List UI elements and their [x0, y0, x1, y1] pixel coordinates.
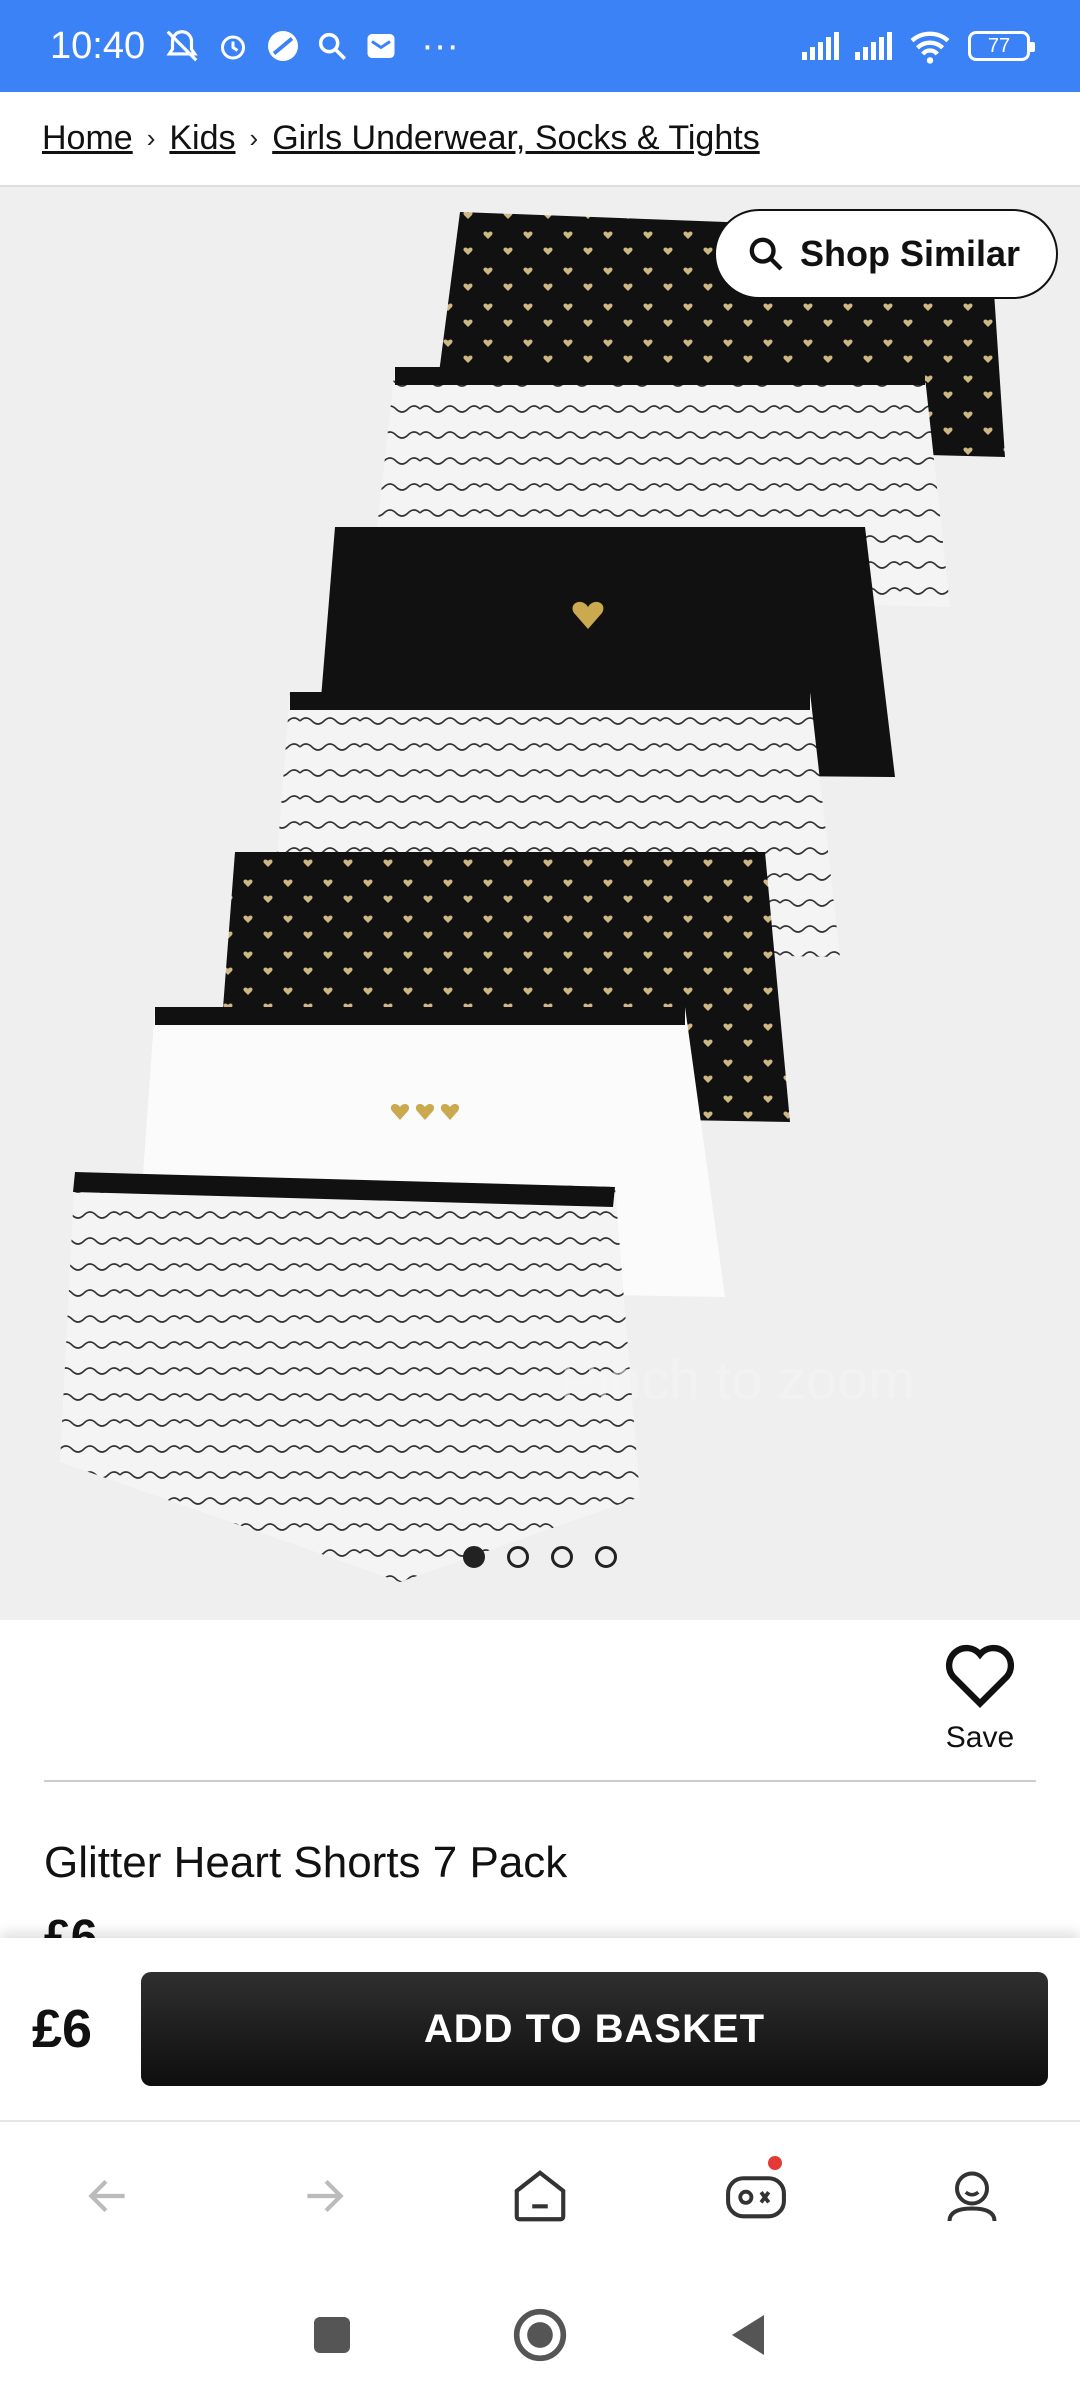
wifi-icon [910, 31, 950, 64]
mute-notifications-icon [166, 30, 198, 62]
system-back-button[interactable] [728, 2312, 768, 2358]
breadcrumb-home[interactable]: Home [42, 119, 133, 158]
gallery-dot-4[interactable] [595, 1546, 617, 1568]
clock: 10:40 [50, 24, 146, 67]
breadcrumb-girls-underwear[interactable]: Girls Underwear, Socks & Tights [272, 119, 760, 158]
heart-icon [946, 1644, 1014, 1708]
arrow-left-icon [88, 2179, 125, 2213]
search-icon [318, 32, 347, 61]
user-icon [947, 2171, 997, 2222]
more-notifications-icon: ··· [421, 24, 460, 67]
product-image-gallery[interactable]: Shop Similar Pinch to zoom [0, 187, 1080, 1620]
mail-icon [367, 34, 395, 58]
back-button[interactable] [48, 2136, 168, 2256]
home-button[interactable] [480, 2136, 600, 2256]
profile-button[interactable] [912, 2136, 1032, 2256]
search-icon [749, 237, 783, 271]
gallery-dot-2[interactable] [507, 1546, 529, 1568]
gallery-dot-1[interactable] [463, 1546, 485, 1568]
chevron-right-icon: › [146, 123, 156, 153]
battery-icon: 77 [968, 31, 1035, 61]
save-label: Save [945, 1721, 1015, 1754]
arrow-right-icon [307, 2179, 344, 2213]
notification-dot [768, 2156, 782, 2170]
gallery-dot-3[interactable] [551, 1546, 573, 1568]
add-to-basket-button[interactable]: ADD TO BASKET [141, 1972, 1048, 2086]
games-button[interactable] [696, 2136, 816, 2256]
product-price: £6 [44, 1911, 98, 1940]
product-image [60, 212, 1005, 1582]
home-icon [514, 2170, 566, 2222]
system-home-button[interactable] [512, 2307, 568, 2363]
buybar-price: £6 [32, 1999, 93, 2059]
signal-2-icon [855, 32, 892, 60]
save-button[interactable]: Save [920, 1640, 1040, 1755]
breadcrumb: Home › Kids › Girls Underwear, Socks & T… [0, 92, 1080, 187]
zoom-hint: Pinch to zoom [560, 1348, 915, 1411]
recents-button[interactable] [312, 2315, 352, 2355]
status-bar: 10:40 ··· 77 [0, 0, 1080, 92]
shop-similar-label: Shop Similar [799, 233, 1020, 274]
breadcrumb-kids[interactable]: Kids [169, 119, 235, 158]
app-icon [268, 31, 299, 61]
gamepad-icon [726, 2176, 786, 2219]
browser-toolbar [0, 2120, 1080, 2270]
divider [44, 1780, 1036, 1782]
signal-1-icon [802, 32, 839, 60]
gallery-pagination [0, 1546, 1080, 1568]
shop-similar-button[interactable]: Shop Similar [713, 209, 1058, 299]
battery-level: 77 [987, 34, 1011, 57]
forward-button[interactable] [264, 2136, 384, 2256]
alarm-icon [221, 35, 246, 60]
chevron-right-icon: › [249, 123, 259, 153]
system-navigation-bar [0, 2270, 1080, 2400]
sticky-buy-bar: £6 ADD TO BASKET [0, 1938, 1080, 2120]
product-title: Glitter Heart Shorts 7 Pack [44, 1838, 568, 1887]
